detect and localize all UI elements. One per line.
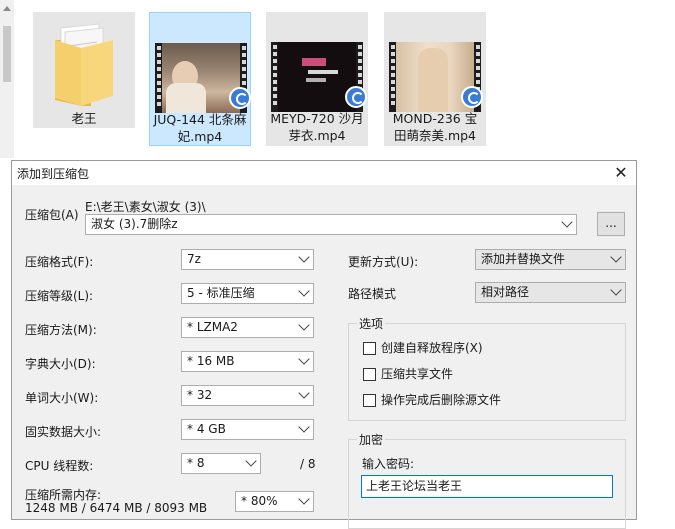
scrollbar-thumb[interactable] [3, 26, 11, 82]
scroll-up-arrow-icon[interactable] [3, 6, 11, 11]
dialog-title: 添加到压缩包 [17, 167, 90, 181]
create-sfx-label: 创建自释放程序(X) [381, 341, 483, 355]
solid-block-select[interactable]: * 4 GB [181, 419, 314, 440]
checkbox-box[interactable] [363, 394, 376, 407]
password-value: 上老王论坛当老王 [366, 479, 463, 493]
chevron-down-icon[interactable] [298, 319, 310, 331]
media-player-badge-icon [461, 86, 483, 108]
level-label: 压缩等级(L): [25, 289, 94, 303]
archive-label: 压缩包(A) [25, 208, 79, 222]
update-mode-select[interactable]: 添加并替换文件 [475, 249, 626, 270]
tile-label-line2: 芽衣.mp4 [288, 128, 346, 143]
update-mode-value: 添加并替换文件 [481, 252, 566, 266]
path-mode-select[interactable]: 相对路径 [475, 282, 626, 303]
dictionary-value: * 16 MB [187, 354, 235, 368]
cpu-threads-value: * 8 [187, 456, 205, 470]
file-explorer-view: 老王 JUQ-144 北条麻 妃.mp4 MEYD-720 沙月 芽衣.mp4 … [0, 0, 675, 158]
format-value: 7z [187, 252, 201, 266]
chevron-down-icon[interactable] [298, 353, 310, 365]
dictionary-select[interactable]: * 16 MB [181, 351, 314, 372]
archive-path-text: E:\老王\素女\淑女 (3)\ [85, 200, 206, 214]
memory-percent-value: * 80% [241, 494, 278, 508]
path-mode-value: 相对路径 [481, 285, 530, 299]
archive-name-combobox[interactable]: 淑女 (3).7删除z [85, 214, 577, 235]
word-size-value: * 32 [187, 388, 213, 402]
level-select[interactable]: 5 - 标准压缩 [181, 283, 314, 304]
chevron-down-icon[interactable] [298, 421, 310, 433]
format-select[interactable]: 7z [181, 249, 314, 270]
tile-label-line1: MEYD-720 沙月 [270, 111, 364, 126]
method-label: 压缩方法(M): [25, 323, 97, 337]
tile-label-line2: 田萌奈美.mp4 [393, 128, 477, 143]
cpu-threads-total: / 8 [300, 457, 316, 471]
compress-shared-label: 压缩共享文件 [381, 367, 454, 381]
encryption-caption: 加密 [357, 431, 386, 448]
password-label: 输入密码: [362, 457, 415, 471]
word-size-label: 单词大小(W): [25, 391, 99, 405]
folder-icon [55, 23, 113, 106]
format-label: 压缩格式(F): [25, 255, 94, 269]
video-tile-meyd720[interactable]: MEYD-720 沙月 芽衣.mp4 [266, 12, 368, 146]
compress-shared-checkbox[interactable]: 压缩共享文件 [363, 366, 453, 382]
chevron-down-icon[interactable] [298, 285, 310, 297]
word-size-select[interactable]: * 32 [181, 385, 314, 406]
encryption-group: 加密 输入密码: 上老王论坛当老王 [348, 431, 626, 529]
chevron-down-icon[interactable] [298, 493, 310, 505]
folder-tile-laowang[interactable]: 老王 [33, 12, 135, 128]
create-sfx-checkbox[interactable]: 创建自释放程序(X) [363, 340, 483, 356]
solid-block-value: * 4 GB [187, 422, 226, 436]
delete-after-checkbox[interactable]: 操作完成后删除源文件 [363, 392, 501, 408]
tile-label-line2: 妃.mp4 [177, 129, 223, 144]
password-input[interactable]: 上老王论坛当老王 [361, 475, 613, 498]
method-value: * LZMA2 [187, 320, 238, 334]
media-player-badge-icon [229, 87, 251, 109]
chevron-down-icon[interactable] [610, 284, 622, 296]
method-select[interactable]: * LZMA2 [181, 317, 314, 338]
close-icon[interactable]: ✕ [606, 161, 636, 185]
update-mode-label: 更新方式(U): [348, 255, 419, 269]
video-tile-juq144[interactable]: JUQ-144 北条麻 妃.mp4 [149, 12, 251, 146]
archive-name-value: 淑女 (3).7删除z [91, 217, 178, 231]
level-value: 5 - 标准压缩 [187, 286, 255, 300]
memory-percent-select[interactable]: * 80% [235, 491, 314, 512]
solid-block-label: 固实数据大小: [25, 425, 102, 439]
add-to-archive-dialog: 添加到压缩包 ✕ 压缩包(A) E:\老王\素女\淑女 (3)\ 淑女 (3).… [11, 160, 637, 529]
tile-label-line1: MOND-236 宝 [392, 111, 478, 126]
browse-button[interactable]: ... [597, 212, 625, 236]
options-group: 选项 创建自释放程序(X) 压缩共享文件 操作完成后删除源文件 [348, 315, 626, 421]
dialog-titlebar[interactable]: 添加到压缩包 ✕ [12, 161, 636, 185]
chevron-down-icon[interactable] [610, 251, 622, 263]
vertical-scrollbar[interactable] [0, 0, 14, 158]
tile-label: 老王 [71, 111, 97, 126]
cpu-threads-label: CPU 线程数: [25, 459, 94, 473]
chevron-down-icon[interactable] [561, 216, 573, 228]
chevron-down-icon[interactable] [245, 455, 257, 467]
dictionary-label: 字典大小(D): [25, 357, 96, 371]
options-caption: 选项 [357, 315, 386, 332]
path-mode-label: 路径模式 [348, 287, 397, 301]
tile-label-line1: JUQ-144 北条麻 [153, 112, 247, 127]
checkbox-box[interactable] [363, 368, 376, 381]
chevron-down-icon[interactable] [298, 251, 310, 263]
video-tile-mond236[interactable]: MOND-236 宝 田萌奈美.mp4 [384, 12, 486, 146]
chevron-down-icon[interactable] [298, 387, 310, 399]
delete-after-label: 操作完成后删除源文件 [381, 393, 502, 407]
cpu-threads-select[interactable]: * 8 [181, 453, 261, 474]
media-player-badge-icon [345, 86, 367, 108]
checkbox-box[interactable] [363, 342, 376, 355]
